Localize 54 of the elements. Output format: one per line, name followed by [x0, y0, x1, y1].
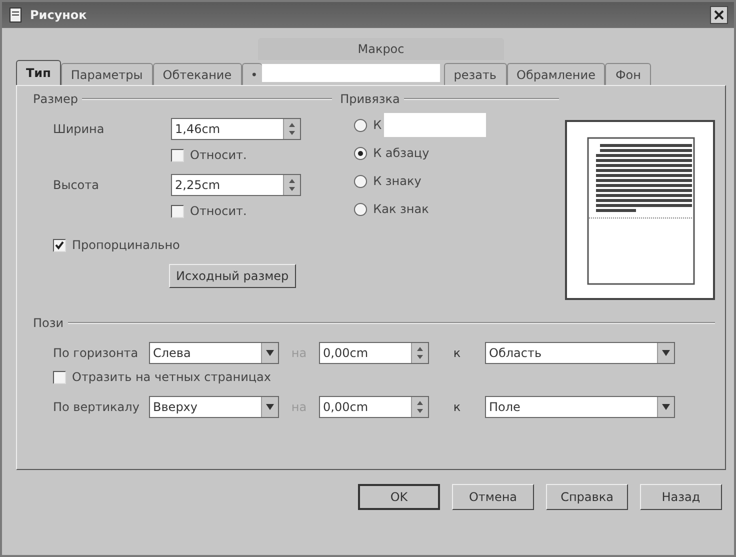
tab[interactable]: резать	[444, 63, 506, 85]
checkbox-label: Пропорцинально	[72, 238, 180, 252]
radio-button[interactable]	[354, 118, 368, 132]
dropdown-arrow-icon	[661, 403, 671, 411]
dialog-button[interactable]: OK	[358, 484, 440, 510]
close-button[interactable]	[710, 6, 728, 24]
radio-label: К	[373, 118, 382, 132]
dropdown[interactable]: Область	[485, 342, 675, 364]
tab[interactable]: Тип	[16, 60, 61, 85]
radio-button[interactable]	[354, 174, 368, 188]
spin-field[interactable]: 0,00cm	[319, 342, 429, 364]
dropdown-arrow-icon	[265, 349, 275, 357]
radio-button[interactable]	[354, 202, 368, 216]
checkbox[interactable]	[171, 148, 184, 162]
dropdown-arrow-icon	[265, 403, 275, 411]
radio-label: К абзацу	[373, 146, 430, 160]
tab[interactable]: Фон	[605, 63, 651, 85]
radio-button[interactable]	[354, 146, 368, 160]
field-label: Ширина	[53, 122, 106, 136]
original-size-button[interactable]: Исходный размер	[169, 264, 296, 288]
spin-field[interactable]: 2,25cm	[171, 174, 301, 196]
dialog-button[interactable]: Справка	[546, 484, 628, 510]
tab[interactable]: Макрос	[258, 38, 504, 60]
tab[interactable]: Обрамление	[506, 63, 606, 85]
close-icon	[714, 10, 724, 20]
field-label: к	[452, 400, 462, 414]
window-title: Рисунок	[30, 8, 88, 22]
dropdown-arrow-icon	[661, 349, 671, 357]
group-title: Привязка	[340, 92, 400, 106]
field-label: Высота	[53, 178, 100, 192]
dropdown[interactable]: Слева	[149, 342, 279, 364]
checkbox-label: Отразить на четных страницах	[72, 370, 272, 384]
dialog-button[interactable]: Назад	[640, 484, 722, 510]
dialog-button[interactable]: Отмена	[452, 484, 534, 510]
group-title: Размер	[33, 92, 78, 106]
checkbox[interactable]	[53, 370, 66, 384]
tab[interactable]: Параметры	[60, 63, 153, 85]
spin-field[interactable]: 0,00cm	[319, 396, 429, 418]
group-title: Пози	[33, 316, 64, 330]
field-label: По горизонта	[53, 346, 140, 360]
field-label: По вертикалу	[53, 400, 140, 414]
tab[interactable]: •	[242, 63, 262, 85]
dropdown[interactable]: Поле	[485, 396, 675, 418]
radio-label: Как знак	[373, 202, 429, 216]
radio-label: К знаку	[373, 174, 422, 188]
checkbox[interactable]	[171, 204, 184, 218]
dropdown[interactable]: Вверху	[149, 396, 279, 418]
field-label: к	[452, 346, 462, 360]
spin-field[interactable]: 1,46cm	[171, 118, 301, 140]
tab[interactable]: Обтекание	[152, 63, 242, 85]
document-icon	[8, 7, 24, 23]
checkbox-label: Относит.	[190, 204, 247, 218]
checkbox[interactable]	[53, 238, 66, 252]
checkbox-label: Относит.	[190, 148, 247, 162]
